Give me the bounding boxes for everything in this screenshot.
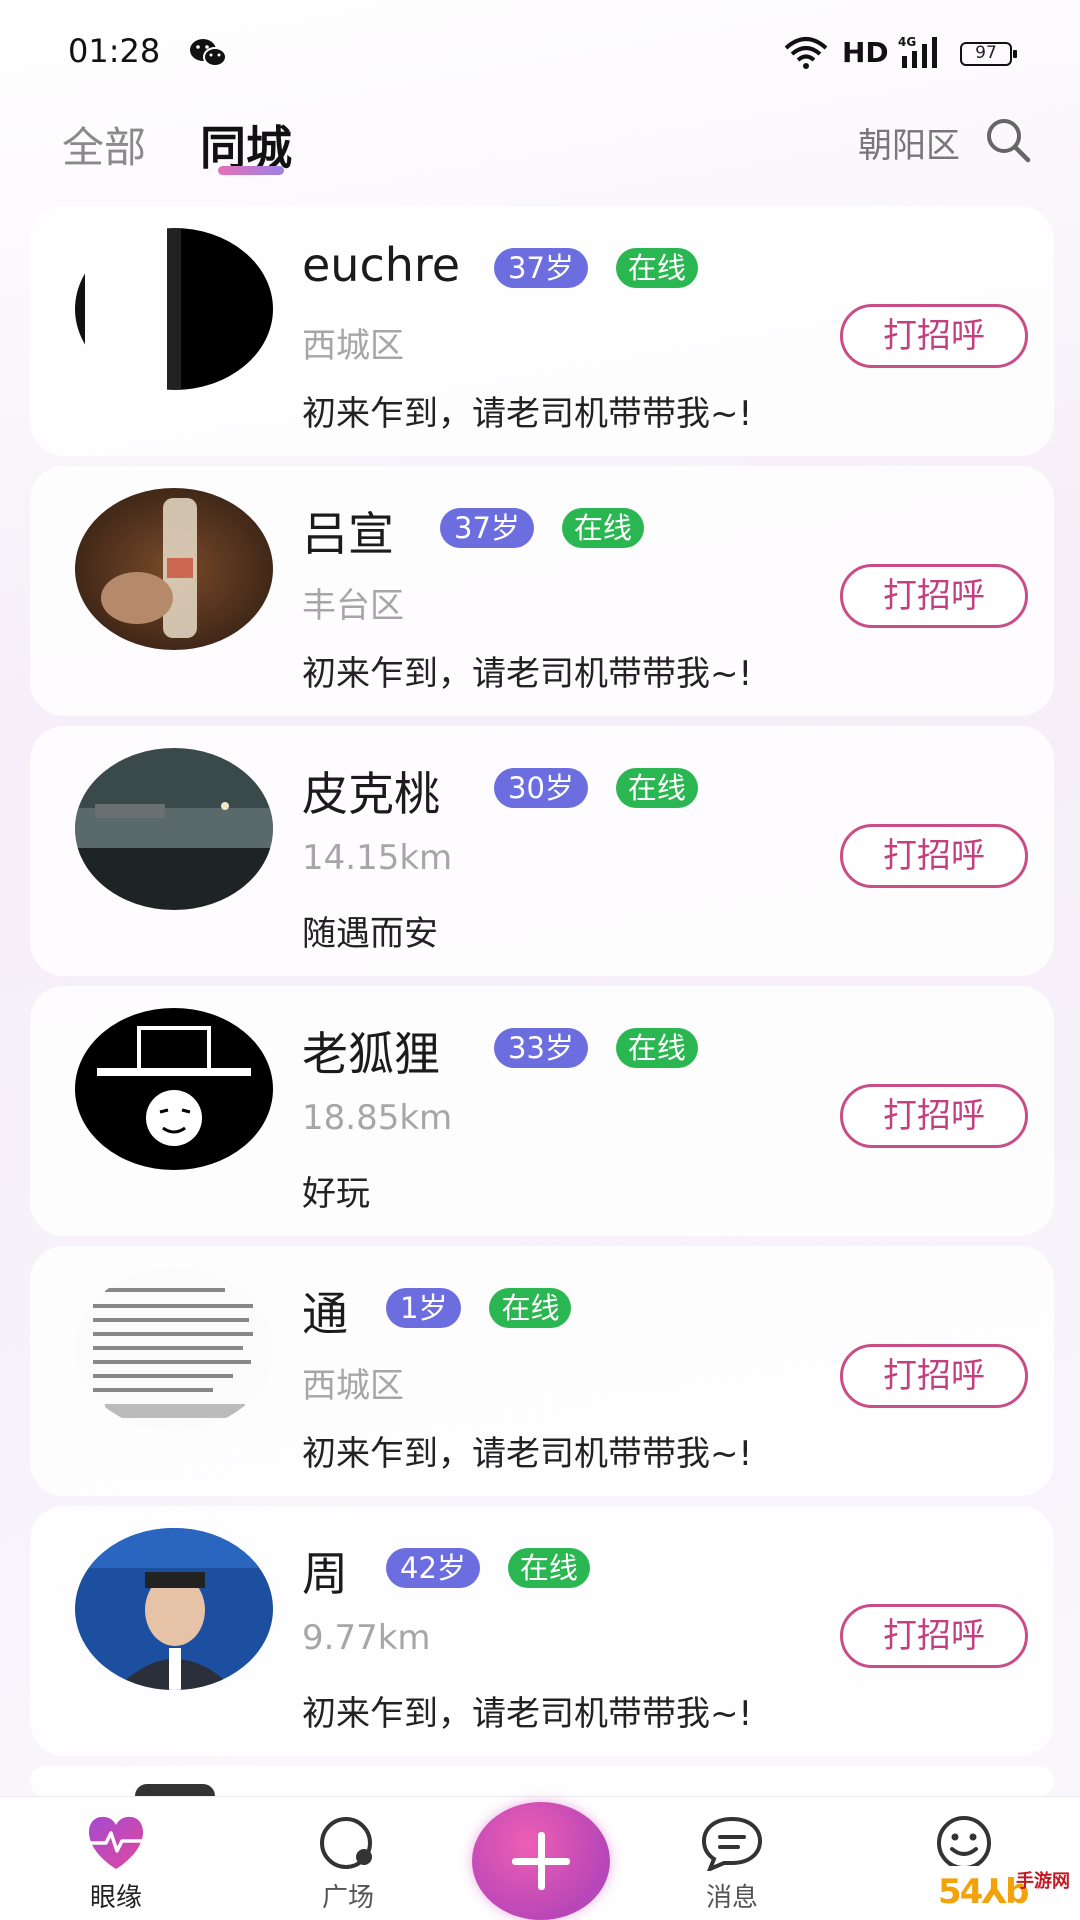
age-badge: 37岁 [494,248,588,288]
watermark-logo: 54⅄b [938,1872,1030,1912]
user-card[interactable]: 皮克桃 30岁 在线 14.15km 随遇而安 打招呼 [30,726,1054,976]
avatar[interactable] [135,1784,215,1796]
user-bio: 初来乍到，请老司机带带我~! [302,394,753,434]
smiley-icon [937,1816,991,1870]
user-name: 皮克桃 [302,767,440,821]
user-name: 周 [302,1547,348,1601]
user-location: 丰台区 [302,586,404,626]
nav-item-messages[interactable]: 消息 [672,1797,792,1920]
age-badge: 37岁 [440,508,534,548]
wechat-icon [190,39,227,67]
active-tab-indicator [218,166,284,175]
network-type: HD [842,36,889,69]
age-badge: 30岁 [494,768,588,808]
user-location: 14.15km [302,838,453,878]
avatar[interactable] [75,1008,273,1170]
watermark-sub: 手游网 [1016,1871,1070,1892]
user-card[interactable]: 通 1岁 在线 西城区 初来乍到，请老司机带带我~! 打招呼 [30,1246,1054,1496]
user-name: euchre [302,238,461,292]
greet-button[interactable]: 打招呼 [840,564,1028,628]
nav-label: 广场 [321,1883,374,1913]
tab-all[interactable]: 全部 [62,114,146,175]
user-name: 通 [302,1287,348,1341]
online-badge: 在线 [615,248,698,288]
greet-button[interactable]: 打招呼 [840,1344,1028,1408]
heart-pulse-icon [88,1816,144,1869]
user-bio: 随遇而安 [302,914,438,954]
user-card[interactable]: 老狐狸 33岁 在线 18.85km 好玩 打招呼 [30,986,1054,1236]
location-filter[interactable]: 朝阳区 [858,118,960,167]
battery-icon: 97 [960,42,1017,66]
user-location: 西城区 [302,326,404,366]
avatar[interactable] [75,748,273,910]
user-location: 西城区 [302,1366,404,1406]
user-bio: 初来乍到，请老司机带带我~! [302,1434,753,1474]
user-bio: 好玩 [302,1174,370,1214]
greet-button[interactable]: 打招呼 [840,1084,1028,1148]
greet-button[interactable]: 打招呼 [840,824,1028,888]
user-card[interactable]: 周 42岁 在线 9.77km 初来乍到，请老司机带带我~! 打招呼 [30,1506,1054,1756]
online-badge: 在线 [489,1288,572,1328]
online-badge: 在线 [615,768,698,808]
age-badge: 33岁 [494,1028,588,1068]
online-badge: 在线 [561,508,644,548]
signal-icon: 4G [898,35,937,68]
nav-label: 眼缘 [89,1883,142,1913]
online-badge: 在线 [615,1028,698,1068]
user-bio: 初来乍到，请老司机带带我~! [302,1694,753,1734]
avatar[interactable] [75,488,273,650]
user-name: 吕宣 [302,507,394,561]
greet-button[interactable]: 打招呼 [840,1604,1028,1668]
nav-item-yanyuan[interactable]: 眼缘 [56,1797,176,1920]
avatar[interactable] [75,1528,273,1690]
user-name: 老狐狸 [302,1027,440,1081]
greet-button[interactable]: 打招呼 [840,304,1028,368]
age-badge: 1岁 [386,1288,462,1328]
status-time: 01:28 [68,32,161,70]
avatar[interactable] [75,1268,273,1430]
status-bar: 01:28 HD 4G 97 [0,0,1080,100]
battery-level: 97 [975,43,997,63]
avatar[interactable] [75,228,273,390]
user-card[interactable] [30,1766,1054,1796]
wifi-icon [784,37,828,69]
age-badge: 42岁 [386,1548,480,1588]
user-location: 9.77km [302,1618,431,1658]
nav-label: 消息 [705,1883,758,1913]
plus-icon[interactable] [472,1802,610,1920]
user-location: 18.85km [302,1098,453,1138]
signal-label: 4G [898,35,916,49]
plaza-icon [320,1817,372,1869]
online-badge: 在线 [507,1548,590,1588]
search-icon[interactable] [984,116,1032,164]
message-icon [701,1816,763,1871]
user-card[interactable]: euchre 37岁 在线 西城区 初来乍到，请老司机带带我~! 打招呼 [30,206,1054,456]
watermark: 54⅄b 手游网 [930,1866,1080,1920]
user-card[interactable]: 吕宣 37岁 在线 丰台区 初来乍到，请老司机带带我~! 打招呼 [30,466,1054,716]
user-bio: 初来乍到，请老司机带带我~! [302,654,753,694]
nav-item-plaza[interactable]: 广场 [288,1797,408,1920]
